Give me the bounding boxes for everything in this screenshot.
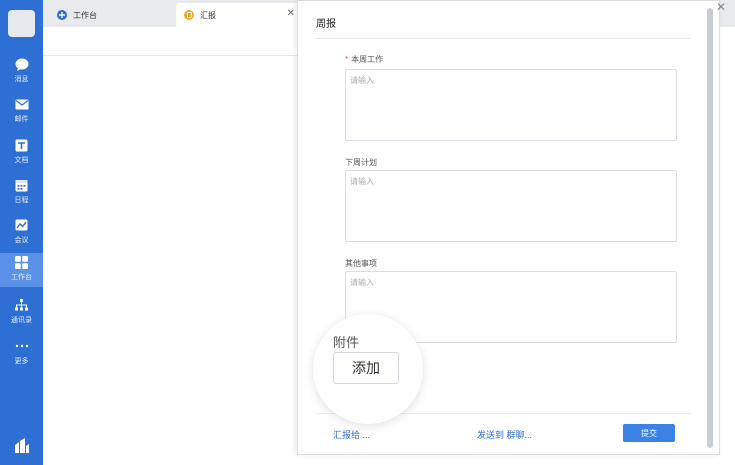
send-to-group-link[interactable]: 发送到 群聊... — [477, 428, 532, 441]
tab-workspace[interactable]: 工作台 — [51, 3, 176, 27]
sidebar-item-mail[interactable]: 邮件 — [0, 95, 43, 131]
close-icon[interactable]: ✕ — [716, 0, 726, 14]
mail-icon — [15, 97, 29, 111]
attachment-magnifier: 附件 添加 — [313, 314, 423, 424]
sidebar-item-label: 工作台 — [11, 274, 32, 281]
meeting-icon — [15, 218, 29, 232]
more-icon — [15, 339, 29, 353]
tab-label: 汇报 — [200, 10, 216, 20]
sidebar-item-workspace[interactable]: 工作台 — [0, 253, 43, 287]
report-tab-icon — [184, 10, 194, 20]
required-mark: * — [345, 55, 349, 64]
field-label-this-week: * 本周工作 — [345, 55, 384, 64]
sidebar-item-more[interactable]: 更多 — [0, 337, 43, 373]
add-attachment-button[interactable]: 添加 — [333, 352, 399, 384]
tab-label: 工作台 — [73, 10, 97, 20]
panel-title: 周报 — [316, 19, 336, 30]
sidebar-item-label: 通讯录 — [11, 317, 32, 324]
placeholder: 请输入 — [350, 177, 374, 186]
workspace-icon — [15, 255, 29, 269]
placeholder: 请输入 — [350, 76, 374, 85]
sidebar-item-meeting[interactable]: 会议 — [0, 216, 43, 252]
sidebar-item-calendar[interactable]: 日程 — [0, 176, 43, 212]
sidebar-item-label: 文档 — [14, 157, 29, 164]
app-logo-icon — [14, 438, 30, 454]
this-week-textarea[interactable]: 请输入 — [345, 69, 677, 141]
tab-report[interactable]: 汇报 ✕ — [176, 3, 301, 27]
submit-button[interactable]: 提交 — [623, 424, 675, 442]
workspace-tab-icon — [57, 10, 67, 20]
sidebar-item-label: 日程 — [14, 197, 29, 204]
left-sidebar: 消息 邮件 文档 日程 会议 工作台 通讯录 更多 — [0, 0, 43, 465]
sidebar-item-label: 邮件 — [14, 116, 29, 123]
divider — [43, 55, 298, 56]
sidebar-item-docs[interactable]: 文档 — [0, 136, 43, 172]
field-label-other: 其他事项 — [345, 259, 377, 268]
sidebar-item-label: 消息 — [14, 76, 29, 83]
sidebar-item-contacts[interactable]: 通讯录 — [0, 296, 43, 332]
doc-icon — [15, 138, 29, 152]
attachment-label: 附件 — [333, 335, 360, 350]
calendar-icon — [15, 178, 29, 192]
report-to-link[interactable]: 汇报给 ... — [333, 428, 370, 441]
divider — [316, 38, 691, 39]
avatar[interactable] — [8, 10, 35, 37]
sidebar-item-label: 会议 — [14, 237, 29, 244]
placeholder: 请输入 — [350, 278, 374, 287]
sidebar-item-label: 更多 — [14, 358, 29, 365]
sidebar-item-messages[interactable]: 消息 — [0, 55, 43, 91]
close-icon[interactable]: ✕ — [287, 8, 295, 19]
next-week-textarea[interactable]: 请输入 — [345, 170, 677, 242]
field-label-next-week: 下周计划 — [345, 158, 377, 167]
scrollbar[interactable] — [707, 8, 713, 448]
contacts-icon — [15, 298, 29, 312]
chat-icon — [15, 57, 29, 71]
